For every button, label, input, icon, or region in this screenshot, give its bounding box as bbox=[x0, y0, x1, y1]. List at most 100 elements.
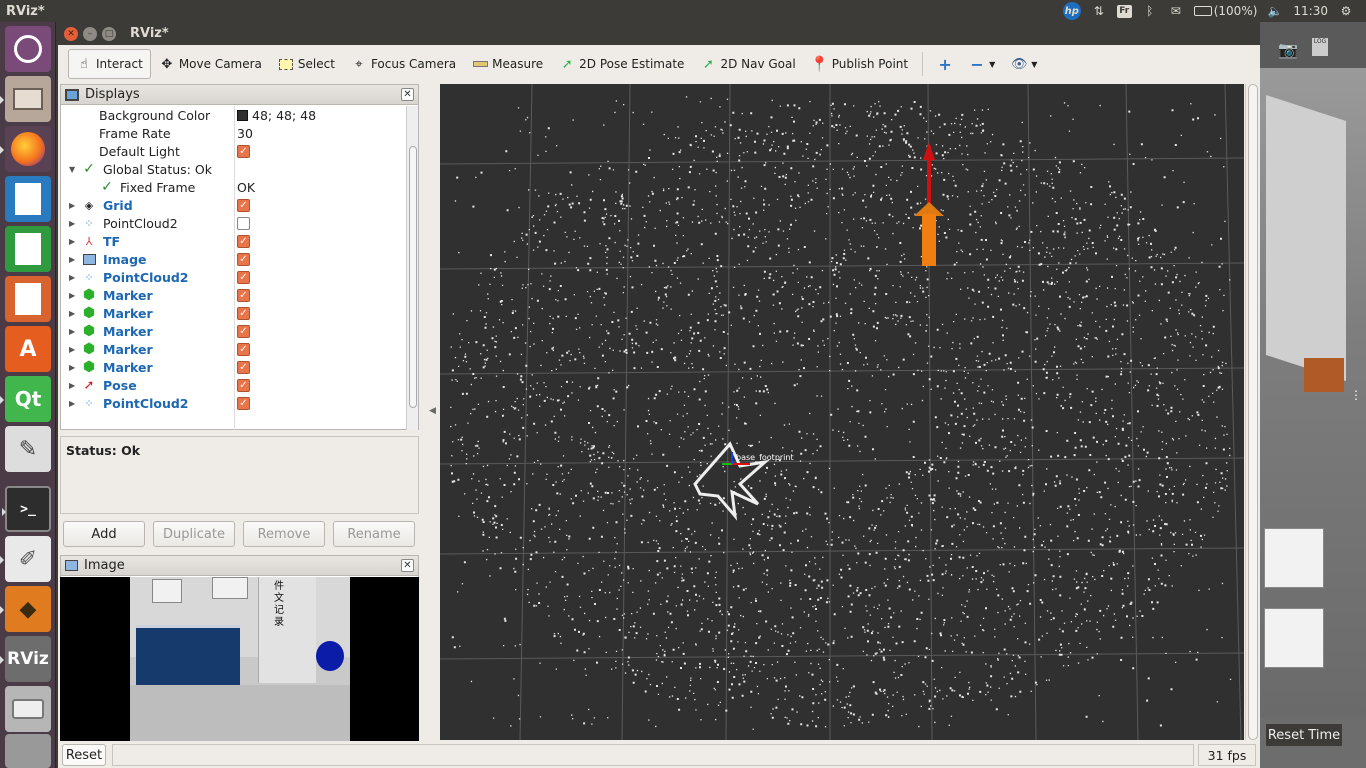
close-panel-button[interactable]: ✕ bbox=[401, 559, 414, 572]
terminal-icon[interactable]: >_ bbox=[2, 486, 51, 532]
text-editor-icon[interactable]: ✎ bbox=[5, 426, 51, 472]
minimize-window-button[interactable]: – bbox=[83, 26, 97, 41]
poster bbox=[152, 579, 182, 603]
color-value[interactable]: 48; 48; 48 bbox=[237, 108, 316, 123]
checkbox[interactable]: ✓ bbox=[237, 324, 250, 338]
close-window-button[interactable]: ✕ bbox=[64, 26, 78, 41]
calc-icon[interactable] bbox=[5, 226, 51, 272]
maximize-window-button[interactable]: □ bbox=[102, 26, 116, 41]
green-cube-icon: ⬢ bbox=[82, 341, 96, 357]
check-icon: ✓ bbox=[83, 161, 95, 177]
scrollbar-thumb[interactable] bbox=[409, 146, 417, 408]
left-collapse-arrow[interactable]: ◀ bbox=[429, 406, 437, 416]
checkbox[interactable]: ✓ bbox=[237, 198, 250, 212]
status-description-box: Status: Ok bbox=[60, 436, 419, 514]
gazebo-menu-icon[interactable]: ⋮ bbox=[1350, 388, 1362, 402]
display-name: Grid bbox=[103, 197, 133, 213]
interact-tool-button[interactable]: ☝ Interact bbox=[68, 49, 151, 79]
frame-rate-value[interactable]: 30 bbox=[237, 126, 253, 141]
gazebo-window: 📷 LOG ⋮ bbox=[1260, 22, 1366, 768]
measure-tool-button[interactable]: Measure bbox=[464, 49, 551, 79]
remove-display-button[interactable]: Remove bbox=[243, 521, 325, 547]
qt-creator-icon[interactable]: Qt bbox=[0, 376, 51, 422]
hp-icon[interactable]: hp bbox=[1062, 2, 1081, 20]
add-tool-button[interactable]: + bbox=[929, 49, 961, 79]
checkbox[interactable]: ✓ bbox=[237, 270, 250, 284]
expand-arrow-icon[interactable]: ▶ bbox=[69, 363, 77, 372]
goal-arrow-shaft bbox=[922, 214, 936, 266]
network-updown-icon[interactable]: ⇅ bbox=[1091, 4, 1107, 18]
writer-icon[interactable] bbox=[5, 176, 51, 222]
rviz-icon[interactable]: RViz bbox=[0, 636, 51, 682]
pointcloud-icon: ⁘ bbox=[84, 216, 94, 230]
disk-icon[interactable] bbox=[5, 686, 51, 732]
checkbox[interactable]: ✓ bbox=[237, 396, 250, 410]
viewport-right-splitter[interactable] bbox=[1245, 84, 1259, 740]
battery-indicator[interactable]: (100%) bbox=[1193, 4, 1257, 18]
checkbox[interactable]: ✓ bbox=[237, 360, 250, 374]
expand-arrow-icon[interactable]: ▶ bbox=[69, 201, 77, 210]
display-name: Marker bbox=[103, 359, 153, 375]
expand-arrow-icon[interactable]: ▶ bbox=[69, 291, 77, 300]
power-gear-icon[interactable]: ⚙ bbox=[1338, 4, 1354, 18]
expand-arrow-icon[interactable]: ▼ bbox=[69, 165, 77, 174]
checkbox[interactable]: ✓ bbox=[237, 144, 250, 158]
checkbox[interactable]: ✓ bbox=[237, 342, 250, 356]
expand-arrow-icon[interactable]: ▶ bbox=[69, 345, 77, 354]
fps-counter: 31 fps bbox=[1198, 744, 1256, 766]
clock[interactable]: 11:30 bbox=[1293, 4, 1328, 18]
duplicate-display-button[interactable]: Duplicate bbox=[153, 521, 235, 547]
mail-icon[interactable]: ✉ bbox=[1168, 4, 1184, 18]
expand-arrow-icon[interactable]: ▶ bbox=[69, 219, 77, 228]
focus-crosshair-icon: ⌖ bbox=[355, 56, 363, 72]
trash-icon[interactable] bbox=[5, 734, 51, 768]
nav-goal-tool-button[interactable]: ➚ 2D Nav Goal bbox=[692, 49, 803, 79]
grid-line bbox=[440, 157, 1244, 165]
expand-arrow-icon[interactable]: ▶ bbox=[69, 309, 77, 318]
displays-scrollbar[interactable] bbox=[406, 106, 418, 430]
files-icon[interactable] bbox=[0, 76, 51, 122]
remove-tool-button[interactable]: − ▼ bbox=[961, 49, 1003, 79]
splitter-handle[interactable] bbox=[1248, 84, 1258, 740]
checkbox[interactable] bbox=[237, 216, 250, 230]
expand-arrow-icon[interactable]: ▶ bbox=[69, 255, 77, 264]
gedit-icon[interactable]: ✐ bbox=[0, 536, 51, 582]
hand-cursor-icon: ☝ bbox=[80, 56, 88, 72]
checkbox[interactable]: ✓ bbox=[237, 288, 250, 302]
reset-time-button[interactable]: Reset Time bbox=[1266, 724, 1342, 746]
close-panel-button[interactable]: ✕ bbox=[401, 88, 414, 101]
checkbox[interactable]: ✓ bbox=[237, 378, 250, 392]
ubuntu-dash-icon[interactable] bbox=[5, 26, 51, 72]
expand-arrow-icon[interactable]: ▶ bbox=[69, 381, 77, 390]
expand-arrow-icon[interactable]: ▶ bbox=[69, 237, 77, 246]
software-center-icon[interactable]: A bbox=[5, 326, 51, 372]
focus-camera-tool-button[interactable]: ⌖ Focus Camera bbox=[343, 49, 464, 79]
expand-arrow-icon[interactable]: ▶ bbox=[69, 273, 77, 282]
rename-display-button[interactable]: Rename bbox=[333, 521, 415, 547]
reset-button[interactable]: Reset bbox=[62, 744, 106, 766]
pose-estimate-tool-button[interactable]: ➚ 2D Pose Estimate bbox=[551, 49, 692, 79]
render-3d-viewport[interactable]: base_footprint bbox=[440, 84, 1244, 740]
camera-icon[interactable]: 📷 bbox=[1278, 40, 1298, 59]
blender-icon[interactable]: ◆ bbox=[0, 586, 51, 632]
panels-toggle-button[interactable]: 👁 ▼ bbox=[1003, 49, 1045, 79]
log-icon[interactable]: LOG bbox=[1312, 38, 1328, 56]
bluetooth-icon[interactable]: ᛒ bbox=[1142, 4, 1158, 18]
column-divider[interactable] bbox=[234, 106, 235, 430]
keyboard-layout-indicator[interactable]: Fr bbox=[1116, 4, 1132, 18]
expand-arrow-icon[interactable]: ▶ bbox=[69, 327, 77, 336]
publish-point-tool-button[interactable]: 📍 Publish Point bbox=[804, 49, 916, 79]
impress-icon[interactable] bbox=[5, 276, 51, 322]
checkbox[interactable]: ✓ bbox=[237, 252, 250, 266]
expand-arrow-icon[interactable]: ▶ bbox=[69, 399, 77, 408]
volume-icon[interactable]: 🔈 bbox=[1267, 4, 1283, 18]
checkbox[interactable]: ✓ bbox=[237, 306, 250, 320]
select-tool-button[interactable]: Select bbox=[270, 49, 343, 79]
checkbox[interactable]: ✓ bbox=[237, 234, 250, 248]
status-name: Fixed Frame bbox=[120, 179, 196, 195]
add-display-button[interactable]: Add bbox=[63, 521, 145, 547]
firefox-icon[interactable] bbox=[0, 126, 51, 172]
desk bbox=[1264, 608, 1324, 668]
green-cube-icon: ⬢ bbox=[82, 305, 96, 321]
move-camera-tool-button[interactable]: ✥ Move Camera bbox=[151, 49, 270, 79]
